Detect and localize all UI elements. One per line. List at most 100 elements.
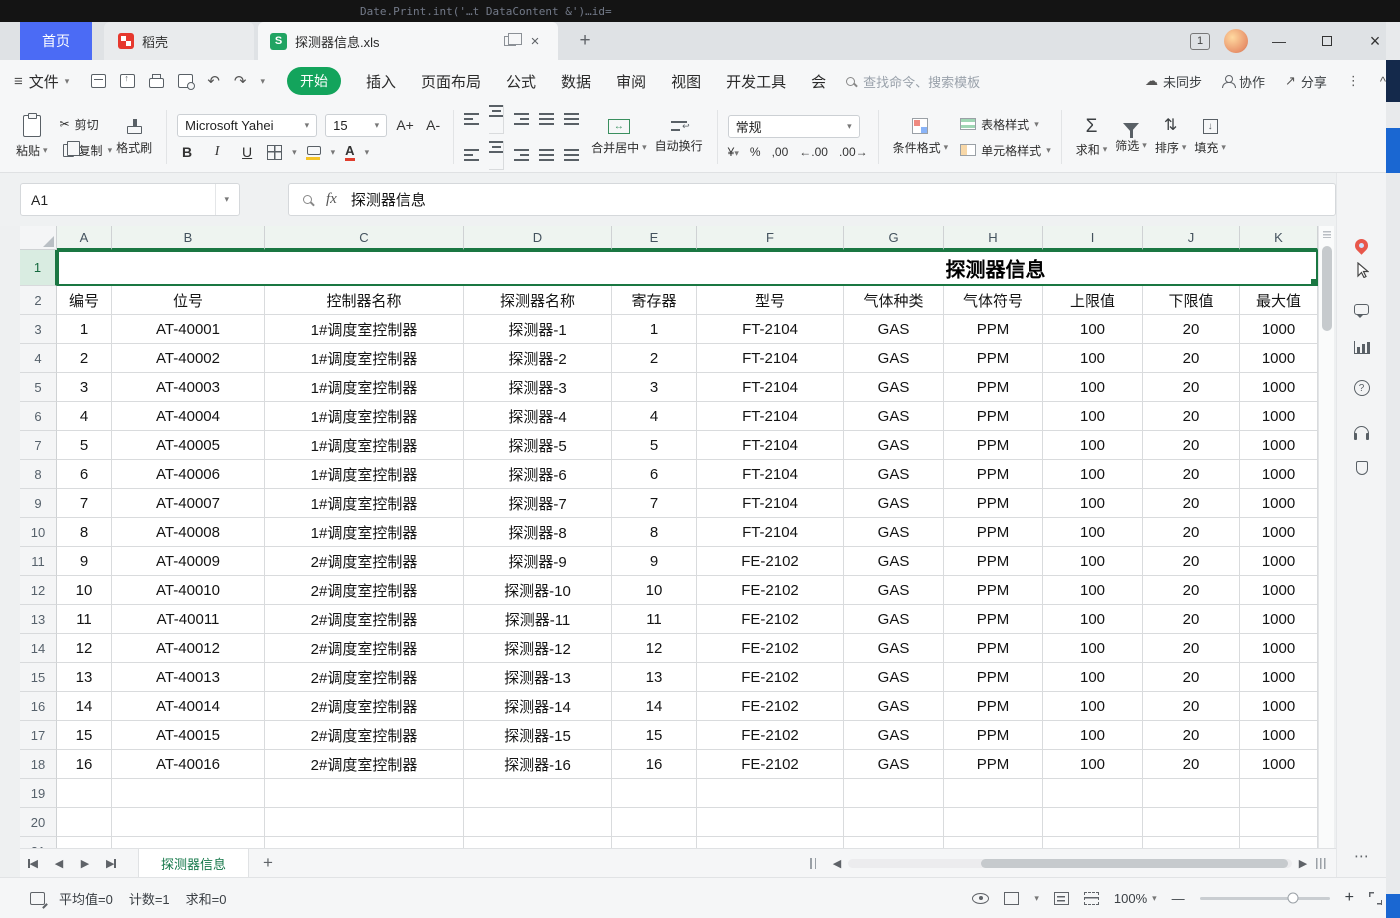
cell[interactable]: GAS	[844, 721, 944, 750]
file-menu[interactable]: ≡ 文件 ▾	[14, 71, 69, 92]
cell[interactable]: AT-40012	[112, 634, 265, 663]
first-sheet-button[interactable]: ◀	[20, 857, 46, 870]
sync-status[interactable]: ☁ 未同步	[1145, 72, 1202, 91]
row-header-1[interactable]: 1	[20, 250, 57, 286]
cell[interactable]	[612, 837, 697, 848]
row-header-16[interactable]: 16	[20, 692, 57, 721]
next-sheet-button[interactable]: ▶	[72, 857, 98, 870]
cell[interactable]: 10	[57, 576, 112, 605]
horizontal-scrollbar-thumb[interactable]	[981, 859, 1287, 868]
cell[interactable]: AT-40011	[112, 605, 265, 634]
row-header-3[interactable]: 3	[20, 315, 57, 344]
increase-font-button[interactable]: A+	[395, 117, 415, 133]
cell[interactable]: 100	[1043, 460, 1143, 489]
cell[interactable]: 100	[1043, 634, 1143, 663]
cell[interactable]: PPM	[944, 402, 1043, 431]
cell[interactable]: 1#调度室控制器	[265, 315, 464, 344]
cell[interactable]	[697, 837, 844, 848]
increase-indent-icon[interactable]	[564, 113, 579, 125]
collaborate-button[interactable]: 协作	[1222, 72, 1265, 91]
more-icon[interactable]: ⋯	[1354, 847, 1369, 865]
cell[interactable]: 1#调度室控制器	[265, 344, 464, 373]
chevron-down-icon[interactable]: ▾	[331, 147, 336, 158]
cell[interactable]: GAS	[844, 373, 944, 402]
filter-button[interactable]: 筛选▾	[1111, 121, 1151, 154]
cell[interactable]: 2#调度室控制器	[265, 605, 464, 634]
chevron-down-icon[interactable]: ▾	[260, 76, 265, 87]
cell[interactable]: 探测器-4	[464, 402, 612, 431]
zoom-out-button[interactable]: —	[1172, 891, 1185, 906]
number-format-select[interactable]: 常规▾	[728, 115, 860, 138]
cell[interactable]: 上限值	[1043, 286, 1143, 315]
sheet-tab-active[interactable]: 探测器信息	[138, 849, 249, 877]
cell[interactable]	[944, 837, 1043, 848]
column-header-H[interactable]: H	[944, 226, 1043, 250]
cell[interactable]: 探测器-5	[464, 431, 612, 460]
cell[interactable]: 4	[57, 402, 112, 431]
export-icon[interactable]	[120, 74, 135, 88]
cell[interactable]: 1000	[1240, 518, 1318, 547]
cell[interactable]: FE-2102	[697, 605, 844, 634]
cell[interactable]: 20	[1143, 489, 1240, 518]
cell[interactable]	[697, 779, 844, 808]
cell[interactable]: 20	[1143, 663, 1240, 692]
cell[interactable]: AT-40016	[112, 750, 265, 779]
split-window-icon[interactable]	[504, 36, 516, 46]
cell[interactable]	[697, 808, 844, 837]
cell[interactable]: 1000	[1240, 692, 1318, 721]
cell[interactable]: 探测器-9	[464, 547, 612, 576]
underline-button[interactable]: U	[237, 144, 257, 160]
fill-color-icon[interactable]	[307, 146, 321, 155]
column-header-D[interactable]: D	[464, 226, 612, 250]
cell[interactable]: FT-2104	[697, 460, 844, 489]
cell[interactable]: 15	[57, 721, 112, 750]
horizontal-scrollbar[interactable]	[848, 859, 1292, 868]
cell[interactable]: 1000	[1240, 460, 1318, 489]
cell[interactable]: 11	[57, 605, 112, 634]
cell[interactable]: GAS	[844, 576, 944, 605]
tab-formulas[interactable]: 公式	[506, 71, 536, 92]
cell[interactable]: 100	[1043, 721, 1143, 750]
column-header-F[interactable]: F	[697, 226, 844, 250]
row-header-10[interactable]: 10	[20, 518, 57, 547]
cell[interactable]	[1043, 779, 1143, 808]
cell[interactable]	[844, 779, 944, 808]
cell[interactable]: AT-40013	[112, 663, 265, 692]
scroll-right-icon[interactable]: ▶	[1296, 857, 1310, 870]
cell[interactable]: 探测器-6	[464, 460, 612, 489]
cell[interactable]: 探测器-8	[464, 518, 612, 547]
tab-page-layout[interactable]: 页面布局	[421, 71, 481, 92]
cell[interactable]: AT-40007	[112, 489, 265, 518]
chevron-down-icon[interactable]: ▾	[1034, 893, 1039, 904]
redo-icon[interactable]: ↷	[234, 72, 247, 90]
justify-icon[interactable]	[539, 149, 554, 161]
align-top-icon[interactable]	[464, 113, 479, 125]
cell[interactable]: 探测器-15	[464, 721, 612, 750]
cell[interactable]: 型号	[697, 286, 844, 315]
merged-title-cell[interactable]: 探测器信息	[57, 250, 1318, 286]
cell[interactable]: 6	[57, 460, 112, 489]
paste-button[interactable]: 粘贴▾	[12, 115, 52, 159]
cell[interactable]: AT-40003	[112, 373, 265, 402]
column-header-C[interactable]: C	[265, 226, 464, 250]
cell[interactable]	[1143, 808, 1240, 837]
selection-mode-icon[interactable]	[30, 892, 45, 905]
row-header-11[interactable]: 11	[20, 547, 57, 576]
cell[interactable]: 2#调度室控制器	[265, 721, 464, 750]
cell[interactable]: 下限值	[1143, 286, 1240, 315]
cell[interactable]: FT-2104	[697, 402, 844, 431]
cell[interactable]: 探测器名称	[464, 286, 612, 315]
page-break-view-icon[interactable]	[1084, 892, 1099, 905]
cell[interactable]	[944, 779, 1043, 808]
cell[interactable]: 气体符号	[944, 286, 1043, 315]
rocket-icon[interactable]	[1352, 236, 1370, 254]
cell[interactable]: PPM	[944, 344, 1043, 373]
cell[interactable]: FT-2104	[697, 518, 844, 547]
chevron-down-icon[interactable]: ▾	[365, 147, 370, 158]
tab-member[interactable]: 会	[811, 71, 826, 92]
sort-button[interactable]: ⇅ 排序▾	[1151, 118, 1191, 156]
zoom-formula-icon[interactable]	[303, 195, 312, 204]
cell[interactable]: 9	[612, 547, 697, 576]
cell[interactable]: 探测器-12	[464, 634, 612, 663]
fx-icon[interactable]: fx	[326, 191, 337, 208]
